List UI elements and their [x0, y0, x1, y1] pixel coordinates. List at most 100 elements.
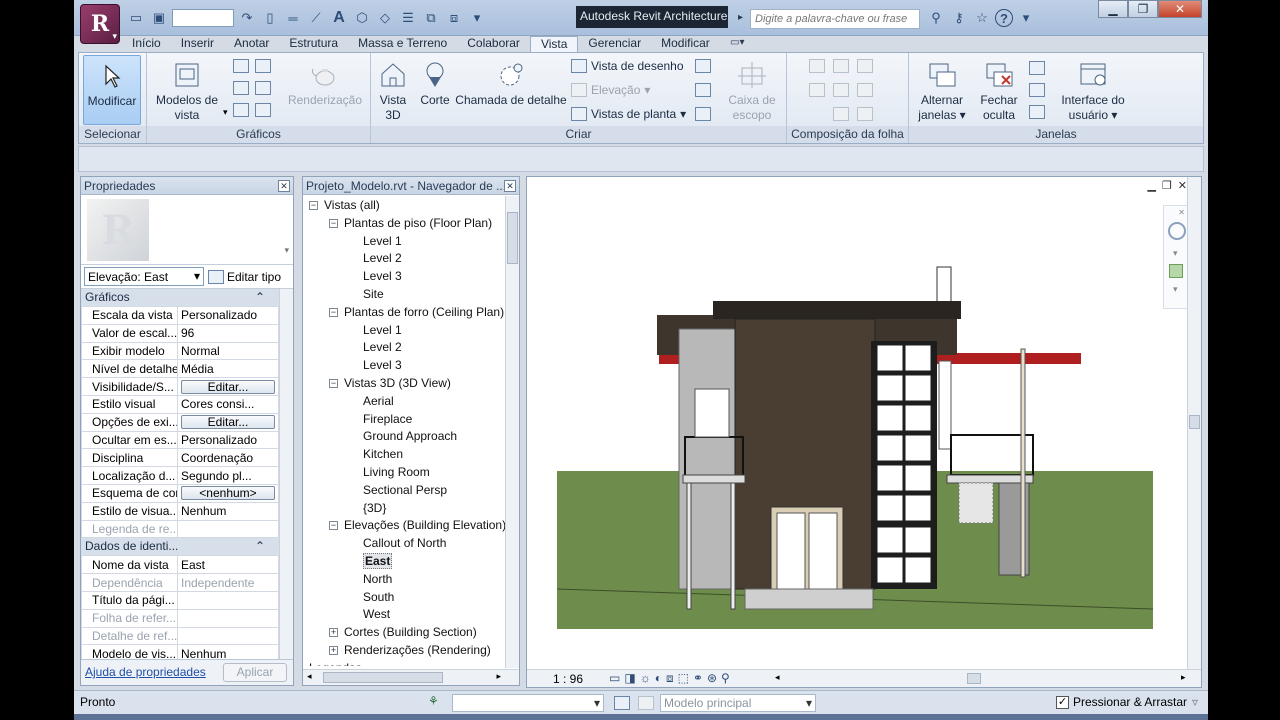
collapse-icon[interactable]: − [329, 521, 338, 531]
application-menu-button[interactable]: R ▾ [80, 4, 120, 44]
zoom-icon[interactable] [1169, 264, 1183, 278]
type-preview-dropdown-icon[interactable]: ▾ [284, 245, 289, 256]
browser-group-node[interactable]: − Vistas (all) [309, 196, 380, 214]
browser-view-item[interactable]: Level 2 [363, 338, 402, 356]
visibility-graphics-icon[interactable] [233, 59, 249, 73]
print-icon[interactable]: ▯ [260, 8, 280, 28]
browser-close-icon[interactable]: ✕ [504, 180, 516, 192]
workset-select[interactable]: ▾ [452, 694, 604, 712]
browser-view-item[interactable]: Level 3 [363, 356, 402, 374]
callout-button[interactable]: Chamada de detalhe [455, 55, 567, 108]
browser-view-item[interactable]: South [363, 588, 394, 606]
view-scale[interactable]: 1 : 96 [553, 672, 583, 686]
filters-icon[interactable] [255, 59, 271, 73]
3d-view-icon[interactable]: ⬡ [352, 8, 372, 28]
drawing-area[interactable]: ▁ ❐ ✕ ✕ ▾ ▾ 1: 96 ▭ ◨ ☼ ◐ ⧈ ⬚ ⚭ ⊛ ⚲ ◂ ▸ [526, 176, 1202, 688]
browser-view-item[interactable]: Site [363, 285, 384, 303]
analysis-icon[interactable]: ⚲ [721, 671, 730, 686]
property-value[interactable]: East [177, 555, 279, 575]
binoculars-icon[interactable]: ⚲ [926, 8, 946, 28]
view-vscrollbar[interactable] [1187, 177, 1201, 669]
property-value[interactable]: Média [177, 359, 279, 379]
browser-group-node[interactable]: + Renderizações (Rendering) [329, 641, 491, 659]
section-button[interactable]: Corte [417, 55, 453, 108]
measure-icon[interactable]: ⟋ [306, 8, 326, 28]
property-row[interactable]: Opções de exi... Editar... [81, 412, 279, 432]
press-drag-toggle[interactable]: ✓ Pressionar & Arrastar [1056, 695, 1187, 709]
subscription-icon[interactable]: ⚷ [949, 8, 969, 28]
property-row[interactable]: Disciplina Coordenação [81, 448, 279, 468]
property-value[interactable] [177, 590, 279, 610]
plan-views-button[interactable]: Vistas de planta ▾ [571, 107, 686, 121]
property-value[interactable]: Normal [177, 341, 279, 361]
cascade-icon[interactable] [1029, 83, 1045, 97]
property-value[interactable]: Editar... [177, 412, 279, 432]
property-value[interactable] [177, 626, 279, 646]
section-graficos[interactable]: Gráficos ⌃ [81, 289, 279, 306]
redo-icon[interactable]: ↷ [237, 8, 257, 28]
close-hidden-windows-button[interactable]: Fechar oculta [975, 55, 1023, 123]
tab-inserir[interactable]: Inserir [171, 36, 224, 52]
browser-view-item[interactable]: West [363, 605, 390, 623]
property-value[interactable]: Personalizado [177, 306, 279, 325]
editable-only-icon[interactable] [638, 696, 654, 710]
show-crop-icon[interactable]: ⬚ [678, 671, 689, 686]
browser-group-node[interactable]: − Elevações (Building Elevation) [329, 516, 505, 534]
design-options-icon[interactable] [614, 696, 630, 710]
property-row[interactable]: Folha de refer... [81, 608, 279, 628]
browser-group-node[interactable]: Legendas [309, 659, 362, 666]
close-icon[interactable]: ✕ [1158, 0, 1202, 18]
property-row[interactable]: Nome da vista East [81, 555, 279, 575]
switch-windows-button[interactable]: Alternar janelas ▾ [911, 55, 973, 123]
scroll-right-icon[interactable]: ▸ [496, 671, 501, 682]
property-edit-button[interactable]: <nenhum> [181, 486, 275, 501]
view-templates-dropdown-icon[interactable]: ▾ [223, 107, 228, 118]
collapse-icon[interactable]: − [329, 307, 338, 317]
section-icon[interactable]: ◇ [375, 8, 395, 28]
browser-view-item[interactable]: Ground Approach [363, 427, 457, 445]
show-hidden-lines-icon[interactable] [255, 81, 271, 95]
browser-view-item[interactable]: Fireplace [363, 410, 412, 428]
property-row[interactable]: Visibilidade/S... Editar... [81, 377, 279, 396]
remove-hidden-lines-icon[interactable] [233, 103, 249, 117]
view-reference-icon[interactable] [857, 83, 873, 97]
property-edit-button[interactable]: Editar... [181, 415, 275, 430]
expand-icon[interactable]: + [329, 628, 338, 638]
duplicate-view-icon[interactable] [695, 59, 711, 73]
property-value[interactable]: Nenhum [177, 501, 279, 521]
browser-view-item[interactable]: Sectional Persp [363, 481, 447, 499]
property-value[interactable]: Editar... [177, 377, 279, 396]
switch-windows-icon[interactable]: ⧈ [444, 8, 464, 28]
crop-view-icon[interactable]: ⧈ [666, 671, 674, 686]
legends-icon[interactable] [695, 83, 711, 97]
type-selector[interactable]: Elevação: East [84, 267, 204, 286]
property-row[interactable]: Estilo de visua... Nenhum [81, 501, 279, 521]
browser-view-item[interactable]: North [363, 570, 392, 588]
collapse-icon[interactable]: − [329, 218, 338, 228]
property-value[interactable]: Cores consi... [177, 394, 279, 414]
qat-dropdown-icon[interactable]: ▾ [467, 8, 487, 28]
property-value[interactable]: Personalizado [177, 430, 279, 450]
apply-button[interactable]: Aplicar [223, 663, 287, 682]
property-value[interactable] [177, 608, 279, 628]
browser-view-item[interactable]: East [363, 552, 393, 570]
favorites-star-icon[interactable]: ☆ [972, 8, 992, 28]
worksets-icon[interactable]: ⚘ [428, 694, 439, 708]
expand-icon[interactable]: + [329, 646, 338, 655]
view-hscroll-thumb[interactable] [967, 673, 981, 684]
tab-início[interactable]: Início [122, 36, 171, 52]
navbar-close-icon[interactable]: ✕ [1178, 208, 1185, 217]
property-value[interactable]: 96 [177, 323, 279, 343]
tab-massa-e-terreno[interactable]: Massa e Terreno [348, 36, 457, 52]
browser-group-node[interactable]: − Vistas 3D (3D View) [329, 374, 451, 392]
title-block-icon[interactable] [833, 59, 849, 73]
browser-view-item[interactable]: Level 2 [363, 249, 402, 267]
temporary-hide-icon[interactable]: ⚭ [693, 671, 703, 686]
tab-vista[interactable]: Vista [529, 36, 579, 53]
view-close-icon[interactable]: ✕ [1178, 179, 1187, 192]
matchline-icon[interactable] [833, 83, 849, 97]
design-option-select[interactable]: Modelo principal ▾ [660, 694, 816, 712]
save-icon[interactable]: ▣ [149, 8, 169, 28]
render-button[interactable]: Renderização [285, 55, 365, 108]
shadows-icon[interactable]: ◐ [655, 671, 662, 686]
